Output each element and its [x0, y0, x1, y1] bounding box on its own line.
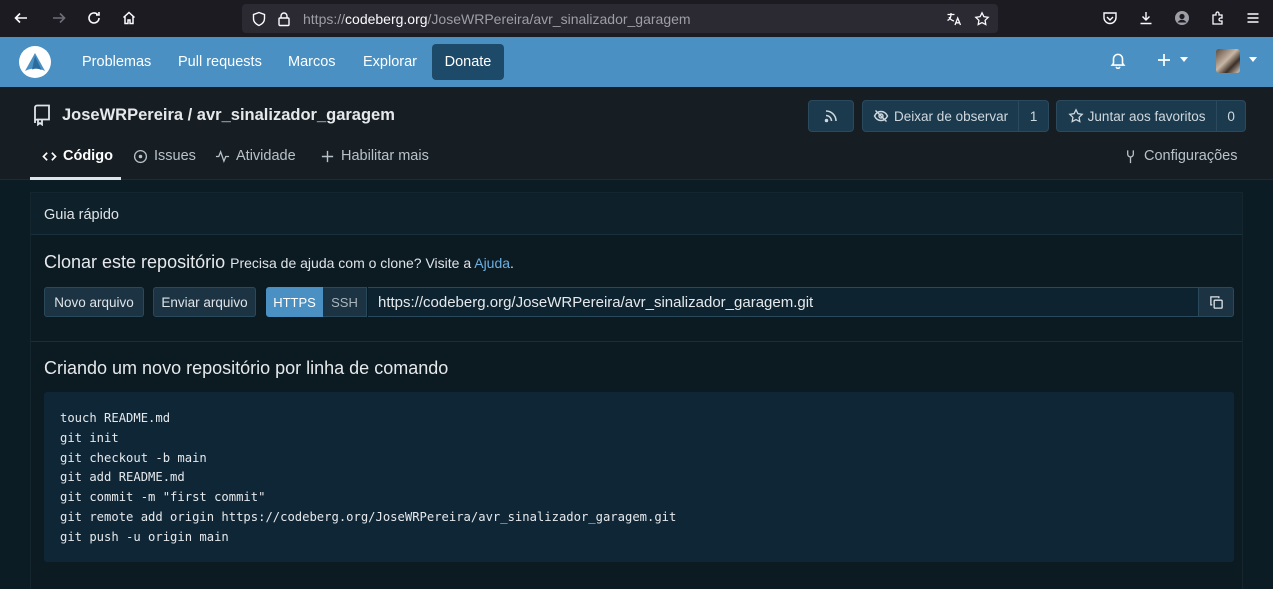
rss-icon — [824, 110, 837, 123]
watch-button[interactable]: Deixar de observar 1 — [862, 100, 1049, 132]
repo-icon — [34, 104, 50, 126]
copy-icon — [1209, 295, 1223, 309]
clone-protocol-toggle: HTTPS SSH — [266, 287, 367, 317]
codeberg-logo-icon[interactable] — [19, 46, 51, 78]
clone-url-input[interactable]: https://codeberg.org/JoseWRPereira/avr_s… — [368, 287, 1199, 317]
download-icon[interactable] — [1133, 6, 1159, 30]
browser-toolbar: https://codeberg.org/JoseWRPereira/avr_s… — [0, 0, 1273, 37]
copy-button[interactable] — [1198, 287, 1234, 317]
star-outline-icon — [1068, 108, 1084, 123]
repo-tabs: Código Issues Atividade Habilitar mais C… — [0, 141, 1273, 180]
command-code-block[interactable]: touch README.md git init git checkout -b… — [44, 392, 1234, 562]
code-icon — [42, 151, 57, 161]
code-line: git commit -m "first commit" — [60, 490, 266, 505]
cli-section-title: Criando um novo repositório por linha de… — [44, 358, 449, 378]
nav-pull-requests[interactable]: Pull requests — [178, 54, 262, 70]
nav-explore[interactable]: Explorar — [363, 54, 417, 70]
lock-icon[interactable] — [275, 10, 293, 28]
code-line: git checkout -b main — [60, 450, 207, 465]
pulse-icon — [215, 149, 230, 163]
pocket-icon[interactable] — [1097, 6, 1123, 30]
plus-icon[interactable] — [1156, 52, 1172, 68]
new-file-button[interactable]: Novo arquivo — [44, 287, 144, 317]
bell-icon[interactable] — [1109, 51, 1127, 69]
tab-issues[interactable]: Issues — [133, 148, 196, 164]
star-label: Juntar aos favoritos — [1087, 108, 1206, 124]
code-line: touch README.md — [60, 411, 171, 425]
watch-label: Deixar de observar — [894, 108, 1009, 124]
quick-guide-title: Guia rápido — [44, 207, 119, 223]
repo-header: JoseWRPereira / avr_sinalizador_garagem … — [0, 87, 1273, 180]
rss-button[interactable] — [808, 100, 854, 132]
eye-closed-icon — [873, 110, 889, 122]
menu-icon[interactable] — [1240, 6, 1266, 30]
back-icon[interactable] — [8, 6, 34, 30]
star-button[interactable]: Juntar aos favoritos 0 — [1056, 100, 1246, 132]
https-button[interactable]: HTTPS — [266, 287, 323, 317]
plus-icon — [321, 150, 334, 162]
tab-code[interactable]: Código — [42, 148, 113, 164]
site-navbar: Problemas Pull requests Marcos Explorar … — [0, 37, 1273, 87]
account-icon[interactable] — [1169, 6, 1195, 30]
avatar[interactable] — [1216, 49, 1240, 73]
donate-button[interactable]: Donate — [432, 44, 504, 80]
url-text[interactable]: https://codeberg.org/JoseWRPereira/avr_s… — [303, 11, 691, 27]
active-tab-indicator — [30, 177, 121, 180]
extensions-icon[interactable] — [1205, 6, 1231, 30]
ssh-button[interactable]: SSH — [323, 287, 367, 317]
quick-guide-panel: Guia rápido Clonar este repositório Prec… — [30, 192, 1243, 589]
translate-icon[interactable] — [945, 10, 963, 28]
reload-icon[interactable] — [81, 6, 107, 30]
url-bar[interactable]: https://codeberg.org/JoseWRPereira/avr_s… — [242, 4, 998, 33]
nav-milestones[interactable]: Marcos — [288, 54, 336, 70]
code-line: git remote add origin https://codeberg.o… — [60, 509, 677, 524]
issue-icon — [133, 149, 148, 163]
star-icon[interactable] — [973, 10, 991, 28]
code-line: git init — [60, 430, 119, 445]
upload-file-button[interactable]: Enviar arquivo — [153, 287, 256, 317]
nav-problems[interactable]: Problemas — [82, 54, 151, 70]
divider — [31, 341, 1242, 342]
quick-guide-header: Guia rápido — [31, 193, 1242, 235]
star-count[interactable]: 0 — [1217, 101, 1245, 131]
clone-title: Clonar este repositório Precisa de ajuda… — [44, 252, 514, 272]
code-line: git push -u origin main — [60, 529, 229, 544]
create-dropdown-icon[interactable] — [1180, 57, 1188, 62]
tab-settings[interactable]: Configurações — [1123, 148, 1238, 164]
clone-help-text: Precisa de ajuda com o clone? Visite a A… — [230, 255, 514, 271]
home-icon[interactable] — [116, 6, 142, 30]
tab-activity[interactable]: Atividade — [215, 148, 296, 164]
user-dropdown-icon[interactable] — [1249, 57, 1257, 62]
tools-icon — [1127, 149, 1134, 163]
forward-icon[interactable] — [46, 6, 72, 30]
code-line: git add README.md — [60, 470, 185, 485]
tab-enable-more[interactable]: Habilitar mais — [320, 148, 429, 164]
repo-title[interactable]: JoseWRPereira / avr_sinalizador_garagem — [62, 106, 395, 125]
help-link[interactable]: Ajuda — [474, 255, 510, 271]
watch-count[interactable]: 1 — [1019, 101, 1048, 131]
shield-icon[interactable] — [250, 10, 268, 28]
